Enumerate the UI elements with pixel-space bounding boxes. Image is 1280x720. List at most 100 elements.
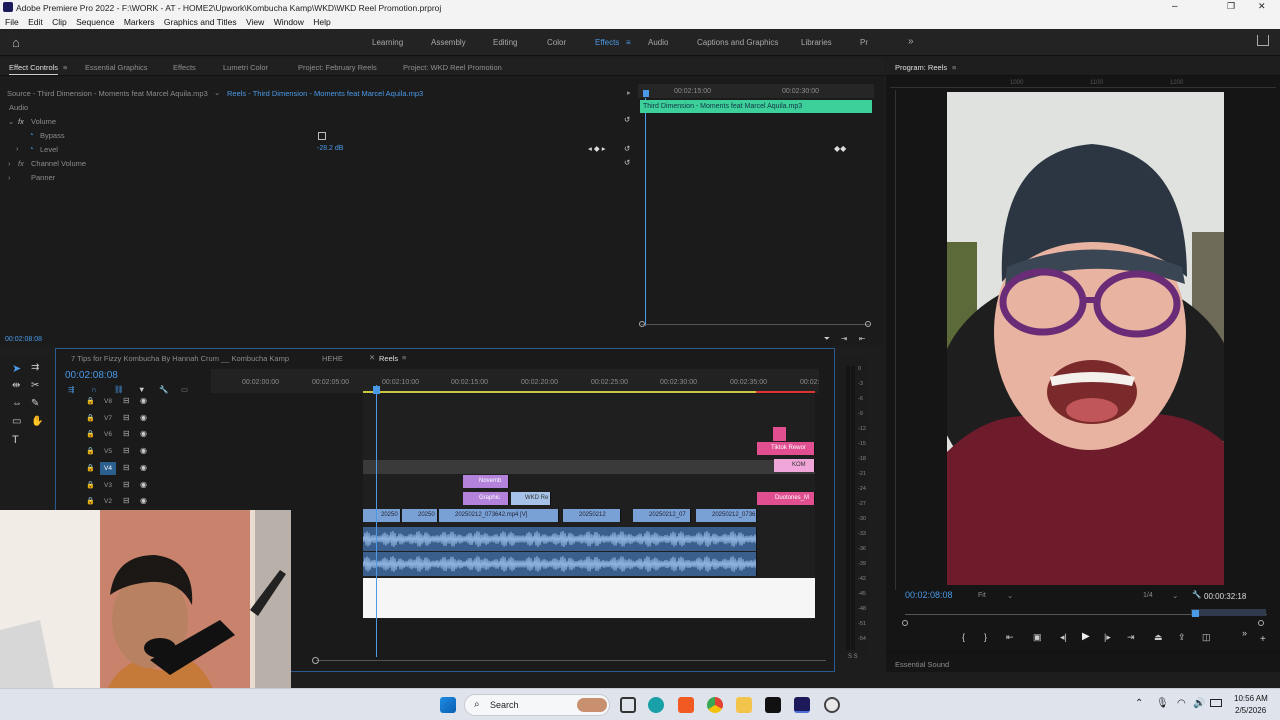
- clip-graphic[interactable]: Graphic: [463, 492, 509, 505]
- eye-icon[interactable]: ◉: [140, 480, 147, 489]
- clip-novemb[interactable]: Novemb: [463, 475, 509, 488]
- timeline-tab-reels[interactable]: Reels: [379, 354, 398, 363]
- workspace-pr[interactable]: Pr: [860, 38, 868, 47]
- razor-tool-icon[interactable]: ✂: [31, 380, 39, 391]
- close-tab-icon[interactable]: ✕: [369, 353, 375, 362]
- track-name[interactable]: V7: [100, 412, 116, 425]
- export-frame-icon[interactable]: ◫: [1202, 632, 1211, 643]
- track-name[interactable]: V2: [100, 495, 116, 508]
- settings-wrench-icon[interactable]: 🔧: [1192, 590, 1201, 599]
- play-icon[interactable]: ▶: [1082, 631, 1090, 642]
- tab-lumetri-color[interactable]: Lumetri Color: [223, 63, 268, 72]
- clip-pink-small[interactable]: [773, 427, 786, 441]
- lock-icon[interactable]: 🔒: [86, 414, 95, 422]
- task-view-icon[interactable]: [620, 697, 636, 713]
- clip-v1-2[interactable]: 20250: [402, 509, 438, 522]
- music-clip-a3[interactable]: [363, 578, 815, 618]
- timeline-menu-icon[interactable]: ≡: [402, 353, 406, 362]
- go-to-in-icon[interactable]: ⇤: [1006, 632, 1014, 643]
- track-header-v6[interactable]: 🔒 V6 ⊟ ◉: [56, 427, 211, 443]
- file-explorer-icon[interactable]: [736, 697, 752, 713]
- share-icon[interactable]: [1257, 35, 1269, 46]
- menu-clip[interactable]: Clip: [52, 15, 67, 29]
- track-name[interactable]: V6: [100, 428, 116, 441]
- timeline-tab-7tips[interactable]: 7 Tips for Fizzy Kombucha By Hannah Crum…: [71, 354, 289, 363]
- clock-time[interactable]: 10:56 AM: [1234, 694, 1268, 703]
- hscroll-handle[interactable]: [312, 657, 319, 664]
- menu-window[interactable]: Window: [274, 15, 304, 29]
- eye-icon[interactable]: ◉: [140, 496, 147, 505]
- track-header-v4[interactable]: 🔒 V4 ⊟ ◉: [56, 461, 211, 477]
- sync-lock-icon[interactable]: ⊟: [123, 429, 130, 438]
- add-marker-icon[interactable]: ▼: [138, 385, 145, 394]
- go-to-out-icon[interactable]: ⇥: [1127, 632, 1135, 643]
- eye-icon[interactable]: ◉: [140, 446, 147, 455]
- level-expand-icon[interactable]: ›: [16, 144, 19, 153]
- edge-icon[interactable]: [648, 697, 664, 713]
- program-menu-icon[interactable]: ≡: [952, 63, 956, 72]
- lock-icon[interactable]: 🔒: [86, 397, 95, 405]
- eye-icon[interactable]: ◉: [140, 463, 147, 472]
- sync-lock-icon[interactable]: ⊟: [123, 396, 130, 405]
- workspace-assembly[interactable]: Assembly: [431, 38, 466, 47]
- tab-essential-graphics[interactable]: Essential Graphics: [85, 63, 148, 72]
- level-reset-icon[interactable]: ↺: [624, 144, 630, 153]
- channel-reset-icon[interactable]: ↺: [624, 158, 630, 167]
- mini-playhead[interactable]: [645, 98, 646, 326]
- eye-icon[interactable]: ◉: [140, 396, 147, 405]
- pen-tool-icon[interactable]: ✎: [31, 398, 39, 409]
- track-name[interactable]: V8: [100, 395, 116, 408]
- fit-dropdown[interactable]: Fit: [978, 592, 986, 599]
- taskbar-search[interactable]: ⌕ Search: [464, 694, 610, 716]
- upwork-icon[interactable]: [765, 697, 781, 713]
- essential-sound-label[interactable]: Essential Sound: [895, 660, 949, 669]
- meter-solo[interactable]: S S: [848, 654, 858, 660]
- mini-playhead-marker[interactable]: [643, 90, 649, 97]
- volume-expand-icon[interactable]: ⌄: [8, 117, 14, 126]
- mini-audio-clip[interactable]: Third Dimension - Moments feat Marcel Aq…: [640, 100, 872, 113]
- sync-lock-icon[interactable]: ⊟: [123, 480, 130, 489]
- snap-icon[interactable]: ∩: [91, 385, 96, 394]
- workspace-editing[interactable]: Editing: [493, 38, 517, 47]
- timeline-timecode[interactable]: 00:02:08:08: [65, 370, 118, 381]
- minimize-button[interactable]: –: [1172, 1, 1178, 12]
- tab-program-reels[interactable]: Program: Reels: [895, 63, 947, 72]
- target-clip-label[interactable]: Reels - Third Dimension - Moments feat M…: [227, 89, 423, 98]
- quality-dropdown[interactable]: 1/4: [1143, 592, 1153, 599]
- volume-icon[interactable]: 🔊: [1193, 698, 1205, 709]
- export-icon[interactable]: ⇥: [841, 334, 847, 343]
- tab-project-wkd[interactable]: Project: WKD Reel Promotion: [403, 63, 502, 72]
- timeline-hscroll[interactable]: [316, 660, 826, 661]
- import-icon[interactable]: ⇤: [859, 334, 865, 343]
- workspace-color[interactable]: Color: [547, 38, 566, 47]
- menu-markers[interactable]: Markers: [124, 15, 155, 29]
- sync-lock-icon[interactable]: ⊟: [123, 446, 130, 455]
- lift-icon[interactable]: ⏏: [1154, 632, 1163, 643]
- menu-edit[interactable]: Edit: [28, 15, 43, 29]
- mini-timeline[interactable]: 00:02:15:00 00:02:30:00 Third Dimension …: [638, 84, 874, 330]
- clock-date[interactable]: 2/5/2026: [1235, 706, 1266, 715]
- lock-icon[interactable]: 🔒: [86, 464, 95, 472]
- program-playhead-marker[interactable]: [1192, 610, 1199, 617]
- track-header-v8[interactable]: 🔒 V8 ⊟ ◉: [56, 394, 211, 410]
- microphone-icon[interactable]: 🎙: [1156, 698, 1169, 709]
- mark-in-icon[interactable]: {: [962, 632, 965, 642]
- bypass-reset-icon[interactable]: ↺: [624, 115, 630, 124]
- chrome-icon[interactable]: [707, 697, 723, 713]
- tab-effects[interactable]: Effects: [173, 63, 196, 72]
- step-forward-icon[interactable]: |▸: [1104, 632, 1111, 643]
- menu-view[interactable]: View: [246, 15, 264, 29]
- audio-clip-a2[interactable]: [363, 552, 757, 576]
- timeline-settings-icon[interactable]: 🔧: [159, 385, 168, 394]
- track-header-v7[interactable]: 🔒 V7 ⊟ ◉: [56, 411, 211, 427]
- workspace-effects[interactable]: Effects: [595, 38, 619, 47]
- mini-scroll-handle-left[interactable]: [639, 321, 645, 327]
- nest-toggle-icon[interactable]: ⇶: [68, 385, 74, 394]
- menu-sequence[interactable]: Sequence: [76, 15, 114, 29]
- track-name[interactable]: V5: [100, 445, 116, 458]
- work-area-bar[interactable]: [363, 391, 815, 393]
- workspace-menu-icon[interactable]: ≡: [626, 38, 631, 47]
- track-select-tool-icon[interactable]: ⇉: [31, 362, 39, 373]
- timeline-tab-hehe[interactable]: HEHE: [322, 354, 343, 363]
- quality-chevron-icon[interactable]: ⌄: [1172, 591, 1178, 600]
